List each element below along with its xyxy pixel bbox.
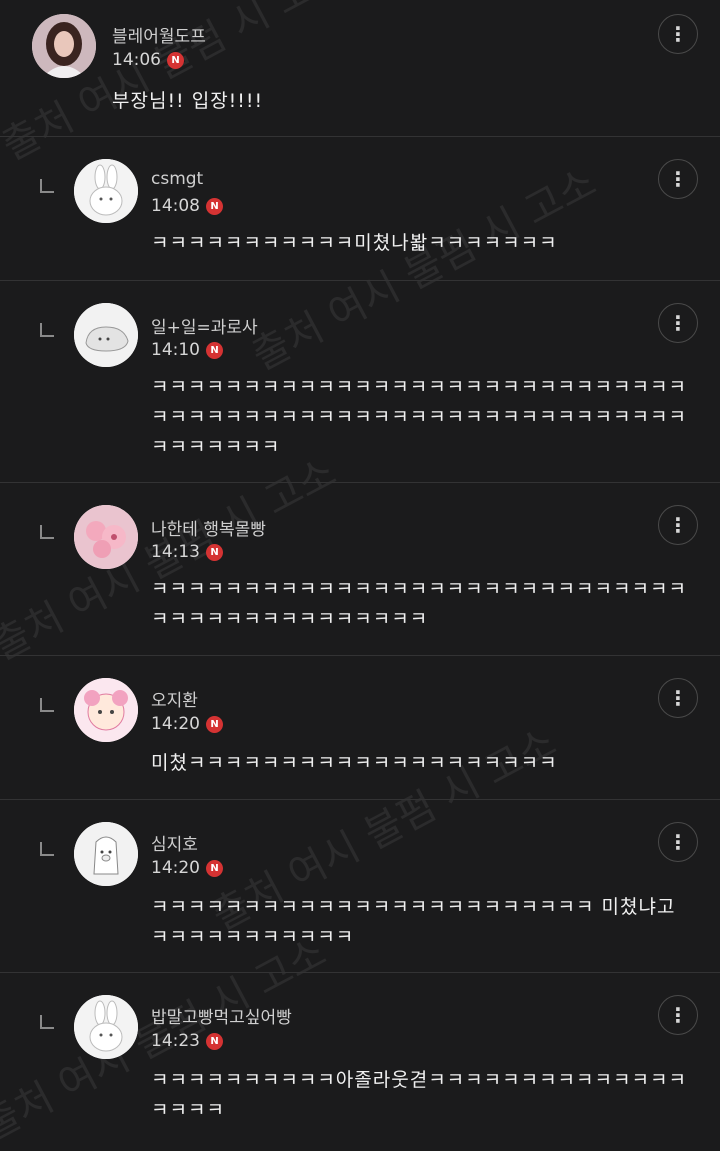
more-options-button[interactable]: ⋮ — [658, 14, 698, 54]
more-options-button[interactable]: ⋮ — [658, 505, 698, 545]
more-options-button[interactable]: ⋮ — [658, 678, 698, 718]
avatar[interactable] — [74, 303, 138, 367]
more-vertical-icon: ⋮ — [668, 513, 688, 537]
comment-item: 오지환 14:20 N 미쳤ㅋㅋㅋㅋㅋㅋㅋㅋㅋㅋㅋㅋㅋㅋㅋㅋㅋㅋㅋㅋ ⋮ — [0, 656, 720, 799]
more-vertical-icon: ⋮ — [668, 686, 688, 710]
avatar[interactable] — [74, 822, 138, 886]
new-badge: N — [206, 543, 223, 561]
more-options-button[interactable]: ⋮ — [658, 822, 698, 862]
author-name[interactable]: 나한테 행복몰빵 — [151, 515, 266, 540]
comment-text: ㅋㅋㅋㅋㅋㅋㅋㅋㅋㅋㅋㅋㅋㅋㅋㅋㅋㅋㅋㅋㅋㅋㅋㅋㅋㅋㅋㅋㅋㅋㅋㅋㅋㅋㅋㅋㅋㅋㅋㅋ… — [151, 578, 687, 630]
rabbit-avatar-icon — [74, 995, 138, 1059]
new-badge: N — [167, 51, 184, 69]
comment-meta: 14:10 N — [151, 340, 223, 360]
avatar[interactable] — [74, 995, 138, 1059]
reply-indent-icon — [40, 1015, 54, 1029]
comment-time: 14:13 — [151, 542, 200, 562]
comment-time: 14:06 — [112, 50, 161, 70]
comment-meta: 14:06 N — [112, 50, 184, 70]
reply-indent-icon — [40, 698, 54, 712]
comment-text: ㅋㅋㅋㅋㅋㅋㅋㅋㅋㅋㅋ미쳤나봛ㅋㅋㅋㅋㅋㅋㅋ — [151, 232, 558, 254]
comment-item: 밥말고빵먹고싶어빵 14:23 N ㅋㅋㅋㅋㅋㅋㅋㅋㅋㅋ아졸라웃겯ㅋㅋㅋㅋㅋㅋㅋ… — [0, 973, 720, 1145]
comment-item: 나한테 행복몰빵 14:13 N ㅋㅋㅋㅋㅋㅋㅋㅋㅋㅋㅋㅋㅋㅋㅋㅋㅋㅋㅋㅋㅋㅋㅋ… — [0, 483, 720, 655]
pig-avatar-icon — [74, 822, 138, 886]
reply-indent-icon — [40, 525, 54, 539]
profile-photo-icon — [32, 14, 96, 78]
blob-avatar-icon — [74, 303, 138, 367]
comment-time: 14:20 — [151, 714, 200, 734]
new-badge: N — [206, 859, 223, 877]
comment-item: 심지호 14:20 N ㅋㅋㅋㅋㅋㅋㅋㅋㅋㅋㅋㅋㅋㅋㅋㅋㅋㅋㅋㅋㅋㅋㅋㅋ 미쳤냐… — [0, 800, 720, 972]
reply-indent-icon — [40, 179, 54, 193]
character-avatar-icon — [74, 678, 138, 742]
avatar[interactable] — [74, 505, 138, 569]
author-name[interactable]: 밥말고빵먹고싶어빵 — [151, 1003, 292, 1028]
more-vertical-icon: ⋮ — [668, 167, 688, 191]
more-vertical-icon: ⋮ — [668, 1003, 688, 1027]
comment-time: 14:23 — [151, 1031, 200, 1051]
comment-meta: 14:08 N — [151, 196, 223, 216]
comment-meta: 14:23 N — [151, 1031, 223, 1051]
comment-item: 일+일=과로사 14:10 N ㅋㅋㅋㅋㅋㅋㅋㅋㅋㅋㅋㅋㅋㅋㅋㅋㅋㅋㅋㅋㅋㅋㅋㅋ… — [0, 281, 720, 482]
more-options-button[interactable]: ⋮ — [658, 159, 698, 199]
new-badge: N — [206, 197, 223, 215]
author-name[interactable]: csmgt — [151, 169, 203, 189]
comment-text: 부장님!! 입장!!!! — [112, 90, 264, 112]
author-name[interactable]: 심지호 — [151, 830, 198, 855]
reply-indent-icon — [40, 323, 54, 337]
new-badge: N — [206, 1032, 223, 1050]
more-vertical-icon: ⋮ — [668, 22, 688, 46]
comment-meta: 14:20 N — [151, 858, 223, 878]
avatar[interactable] — [32, 14, 96, 78]
comment-text: ㅋㅋㅋㅋㅋㅋㅋㅋㅋㅋ아졸라웃겯ㅋㅋㅋㅋㅋㅋㅋㅋㅋㅋㅋㅋㅋㅋㅋㅋㅋㅋ — [151, 1069, 687, 1121]
comment-meta: 14:13 N — [151, 542, 223, 562]
comment-item: csmgt 14:08 N ㅋㅋㅋㅋㅋㅋㅋㅋㅋㅋㅋ미쳤나봛ㅋㅋㅋㅋㅋㅋㅋ ⋮ — [0, 137, 720, 280]
more-options-button[interactable]: ⋮ — [658, 995, 698, 1035]
avatar[interactable] — [74, 159, 138, 223]
comment-text: ㅋㅋㅋㅋㅋㅋㅋㅋㅋㅋㅋㅋㅋㅋㅋㅋㅋㅋㅋㅋㅋㅋㅋㅋㅋㅋㅋㅋㅋㅋㅋㅋㅋㅋㅋㅋㅋㅋㅋㅋ… — [151, 376, 687, 458]
author-name[interactable]: 블레어월도프 — [112, 22, 206, 47]
new-badge: N — [206, 715, 223, 733]
comment-text: ㅋㅋㅋㅋㅋㅋㅋㅋㅋㅋㅋㅋㅋㅋㅋㅋㅋㅋㅋㅋㅋㅋㅋㅋ 미쳤냐고 ㅋㅋㅋㅋㅋㅋㅋㅋㅋㅋ… — [151, 896, 676, 948]
reply-indent-icon — [40, 842, 54, 856]
author-name[interactable]: 오지환 — [151, 686, 198, 711]
avatar[interactable] — [74, 678, 138, 742]
more-vertical-icon: ⋮ — [668, 830, 688, 854]
comment-meta: 14:20 N — [151, 714, 223, 734]
comment-time: 14:08 — [151, 196, 200, 216]
comment-text: 미쳤ㅋㅋㅋㅋㅋㅋㅋㅋㅋㅋㅋㅋㅋㅋㅋㅋㅋㅋㅋㅋ — [151, 752, 558, 774]
comment-item: 블레어월도프 14:06 N 부장님!! 입장!!!! ⋮ — [0, 0, 720, 136]
more-vertical-icon: ⋮ — [668, 311, 688, 335]
flower-avatar-icon — [74, 505, 138, 569]
rabbit-avatar-icon — [74, 159, 138, 223]
author-name[interactable]: 일+일=과로사 — [151, 313, 258, 338]
new-badge: N — [206, 341, 223, 359]
comment-time: 14:20 — [151, 858, 200, 878]
more-options-button[interactable]: ⋮ — [658, 303, 698, 343]
comment-time: 14:10 — [151, 340, 200, 360]
